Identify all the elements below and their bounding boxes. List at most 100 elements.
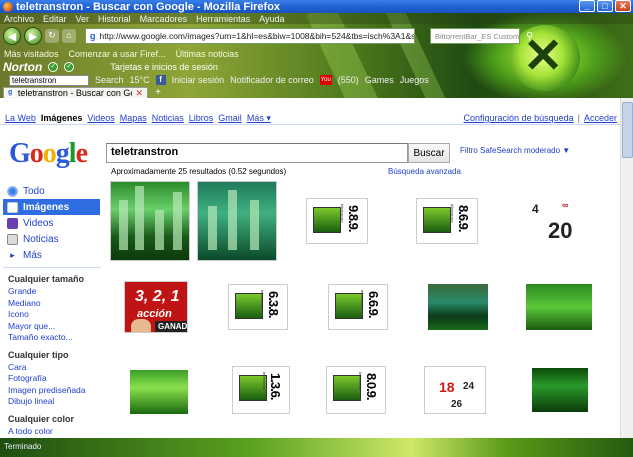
- gbar-web[interactable]: La Web: [5, 113, 36, 124]
- menu-marcadores[interactable]: Marcadores: [140, 14, 188, 24]
- nav-imagenes[interactable]: Imágenes: [3, 199, 100, 215]
- nav-noticias[interactable]: Noticias: [3, 231, 100, 247]
- menu-editar[interactable]: Editar: [43, 14, 67, 24]
- size-icono[interactable]: Icono: [3, 309, 100, 321]
- size-grande[interactable]: Grande: [3, 286, 100, 298]
- forward-button[interactable]: ▶: [24, 27, 42, 45]
- toolbar-search-input[interactable]: teletranstron: [9, 74, 89, 86]
- menu-historial[interactable]: Historial: [98, 14, 131, 24]
- count-badge: (550): [337, 75, 359, 85]
- image-result[interactable]: [532, 368, 588, 412]
- reload-button[interactable]: ↻: [45, 29, 59, 43]
- tab-google-search[interactable]: g teletranstron - Buscar con Google ✕: [3, 87, 148, 98]
- search-icon[interactable]: ⚲: [526, 31, 533, 42]
- advanced-search-link[interactable]: Búsqueda avanzada: [388, 167, 461, 176]
- image-result[interactable]: [130, 370, 188, 414]
- norton-tarjetas[interactable]: Tarjetas e inicios de sesión: [110, 62, 218, 72]
- safesearch-link[interactable]: Filtro SafeSearch moderado ▼: [460, 146, 570, 155]
- norton-logo: Norton: [3, 59, 43, 74]
- image-result[interactable]: 4 ∞ 20: [526, 196, 588, 246]
- close-tab-icon[interactable]: ✕: [135, 88, 143, 99]
- addon-toolbar: teletranstron Search 15°C f Iniciar sesi…: [0, 73, 633, 87]
- type-cara[interactable]: Cara: [3, 362, 100, 374]
- home-button[interactable]: ⌂: [62, 29, 76, 43]
- gbar-books[interactable]: Libros: [189, 113, 214, 124]
- bookmark-ultimas-noticias[interactable]: Últimas noticias: [176, 49, 239, 59]
- sign-in-link[interactable]: Acceder: [584, 113, 617, 123]
- minimize-button[interactable]: _: [579, 0, 595, 12]
- google-favicon-icon: g: [8, 89, 15, 97]
- image-result[interactable]: teletranstv 6.3.8.: [228, 284, 288, 330]
- bookmark-comenzar[interactable]: Comenzar a usar Firef...: [69, 49, 166, 59]
- back-button[interactable]: ◀: [3, 27, 21, 45]
- search-settings-link[interactable]: Configuración de búsqueda: [464, 113, 574, 123]
- norton-safe-icon[interactable]: ✓: [64, 61, 75, 72]
- gbar-images[interactable]: Imágenes: [41, 113, 83, 124]
- search-button[interactable]: Buscar: [408, 143, 450, 163]
- image-result[interactable]: teletranstv 8.6.9.: [416, 198, 478, 244]
- url-bar[interactable]: g http://www.google.com/images?um=1&hl=e…: [85, 28, 415, 44]
- scrollbar-thumb[interactable]: [622, 102, 633, 158]
- nav-todo[interactable]: Todo: [3, 183, 100, 199]
- image-result[interactable]: teletranstv 6.6.9.: [328, 284, 388, 330]
- gbar-maps[interactable]: Mapas: [120, 113, 147, 124]
- color-todo[interactable]: A todo color: [3, 426, 100, 438]
- toolbar-search-button[interactable]: Search: [95, 75, 124, 85]
- result-number: 6.6.9.: [366, 291, 381, 318]
- games-link[interactable]: Games: [365, 75, 394, 85]
- norton-check-icon[interactable]: ✓: [48, 61, 59, 72]
- search-input[interactable]: teletranstron: [106, 143, 408, 163]
- close-button[interactable]: ✕: [615, 0, 631, 12]
- nav-mas[interactable]: ▸ Más: [3, 247, 100, 263]
- google-favicon-icon: g: [90, 31, 96, 41]
- gbar-more[interactable]: Más ▾: [247, 113, 271, 124]
- size-exacto[interactable]: Tamaño exacto...: [3, 332, 100, 344]
- menu-archivo[interactable]: Archivo: [4, 14, 34, 24]
- mail-notifier[interactable]: Notificador de correo: [230, 75, 314, 85]
- browser-search-input[interactable]: BittorrentBar_ES Customized: [430, 28, 520, 44]
- type-fotografia[interactable]: Fotografía: [3, 373, 100, 385]
- color-heading[interactable]: Cualquier color: [3, 414, 100, 424]
- new-tab-button[interactable]: +: [152, 87, 164, 98]
- menu-ayuda[interactable]: Ayuda: [259, 14, 284, 24]
- result-stats: Aproximadamente 25 resultados (0.52 segu…: [111, 167, 287, 176]
- size-heading[interactable]: Cualquier tamaño: [3, 274, 100, 284]
- nav-videos[interactable]: Videos: [3, 215, 100, 231]
- maximize-button[interactable]: □: [597, 0, 613, 12]
- facebook-icon[interactable]: f: [155, 75, 166, 85]
- image-result[interactable]: 3, 2, 1 acción GANADORES: [124, 281, 188, 333]
- image-result[interactable]: [526, 284, 592, 330]
- image-result[interactable]: teletranstv 1.3.6.: [232, 366, 290, 414]
- size-mayor[interactable]: Mayor que...: [3, 321, 100, 333]
- bookmarks-bar: Más visitados Comenzar a usar Firef... Ú…: [0, 48, 633, 60]
- type-imagen[interactable]: Imagen prediseñada: [3, 385, 100, 397]
- result-number: 8.6.9.: [456, 205, 471, 232]
- image-result[interactable]: [428, 284, 488, 330]
- image-result[interactable]: [197, 181, 277, 261]
- gbar-news[interactable]: Noticias: [152, 113, 184, 124]
- menu-herramientas[interactable]: Herramientas: [196, 14, 250, 24]
- result-number: 6.3.8.: [266, 291, 281, 318]
- size-mediano[interactable]: Mediano: [3, 298, 100, 310]
- title-bar: teletranstron - Buscar con Google - Mozi…: [0, 0, 633, 13]
- login-link[interactable]: Iniciar sesión: [172, 75, 225, 85]
- gbar-divider: [0, 124, 620, 125]
- gbar-gmail[interactable]: Gmail: [218, 113, 242, 124]
- image-result[interactable]: 18 24 26: [424, 366, 486, 414]
- bookmark-mas-visitados[interactable]: Más visitados: [4, 49, 59, 59]
- result-number: 9.8.9.: [346, 205, 361, 232]
- menu-bar: Archivo Editar Ver Historial Marcadores …: [0, 13, 633, 24]
- gbar-videos[interactable]: Videos: [87, 113, 114, 124]
- image-result[interactable]: teletranstv 8.0.9.: [326, 366, 386, 414]
- status-text: Terminado: [4, 442, 42, 451]
- type-heading[interactable]: Cualquier tipo: [3, 350, 100, 360]
- youtube-icon[interactable]: You: [319, 75, 332, 85]
- juegos-link[interactable]: Juegos: [400, 75, 429, 85]
- google-logo[interactable]: Google: [9, 138, 88, 170]
- menu-ver[interactable]: Ver: [76, 14, 90, 24]
- image-result[interactable]: teletranstv 9.8.9.: [306, 198, 368, 244]
- type-dibujo[interactable]: Dibujo lineal: [3, 396, 100, 408]
- temperature-text: 15°C: [129, 75, 150, 85]
- scrollbar[interactable]: [620, 98, 633, 438]
- image-result[interactable]: [110, 181, 190, 261]
